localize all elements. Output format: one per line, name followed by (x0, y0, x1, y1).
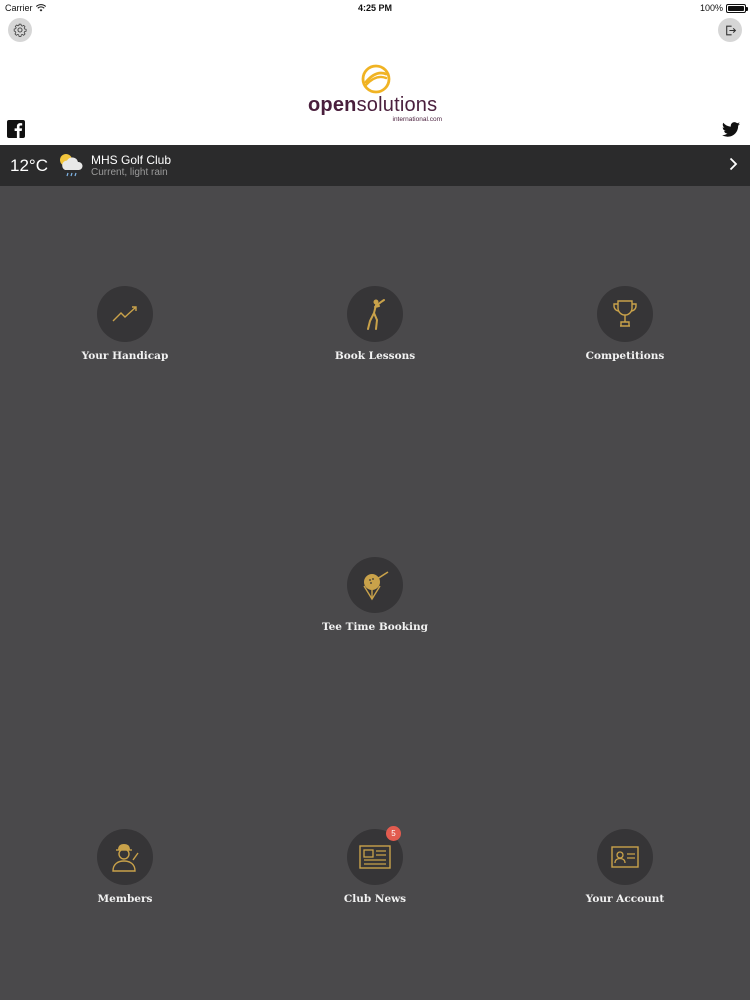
brand-logo: opensolutions international.com (300, 64, 450, 134)
status-bar: Carrier 4:25 PM 100% (0, 0, 750, 16)
battery-indicator: 100% (699, 3, 748, 13)
tile-tee-time-booking[interactable]: Tee Time Booking (295, 557, 455, 647)
account-card-icon (597, 829, 653, 885)
logout-icon (725, 25, 736, 35)
tile-label: Your Handicap (81, 350, 169, 362)
tile-label: Club News (343, 893, 407, 905)
golfer-icon (347, 286, 403, 342)
weather-condition: Current, light rain (91, 167, 168, 178)
battery-icon (726, 3, 748, 13)
weather-location: MHS Golf Club (91, 153, 172, 167)
trophy-icon (597, 286, 653, 342)
status-time: 4:25 PM (357, 3, 392, 13)
tile-competitions[interactable]: Competitions (545, 286, 705, 376)
app-header: opensolutions international.com (0, 16, 750, 145)
tile-label: Tee Time Booking (322, 621, 428, 633)
tile-your-account[interactable]: Your Account (545, 829, 705, 919)
tile-book-lessons[interactable]: Book Lessons (295, 286, 455, 376)
tile-members[interactable]: Members (45, 829, 205, 919)
member-icon (97, 829, 153, 885)
handicap-chart-icon (97, 286, 153, 342)
battery-percent: 100% (699, 3, 723, 13)
chevron-right-icon (729, 157, 738, 171)
weather-bar[interactable]: 12°C MHS Golf Club Current, light rain (0, 145, 750, 186)
club-news-badge: 5 (386, 826, 401, 841)
settings-button[interactable] (8, 18, 32, 42)
tile-label: Members (97, 893, 153, 905)
gear-icon (13, 23, 27, 37)
tile-club-news[interactable]: 5 Club News (295, 826, 455, 919)
weather-temperature: 12°C (10, 156, 48, 175)
tile-label: Book Lessons (334, 350, 416, 362)
logo-text-solutions: solutions (356, 94, 438, 116)
logout-button[interactable] (718, 18, 742, 42)
tile-label: Your Account (585, 893, 665, 905)
tile-label: Competitions (585, 350, 665, 362)
logo-wordmark: opensolutions (308, 94, 437, 117)
facebook-icon[interactable] (7, 120, 25, 138)
light-rain-weather-icon (60, 154, 83, 177)
logo-mark-icon (361, 64, 391, 94)
logo-text-open: open (308, 94, 357, 116)
logo-subtext: international.com (392, 116, 443, 123)
twitter-icon[interactable] (722, 122, 740, 137)
tile-your-handicap[interactable]: Your Handicap (45, 286, 205, 376)
golf-tee-icon (347, 557, 403, 613)
